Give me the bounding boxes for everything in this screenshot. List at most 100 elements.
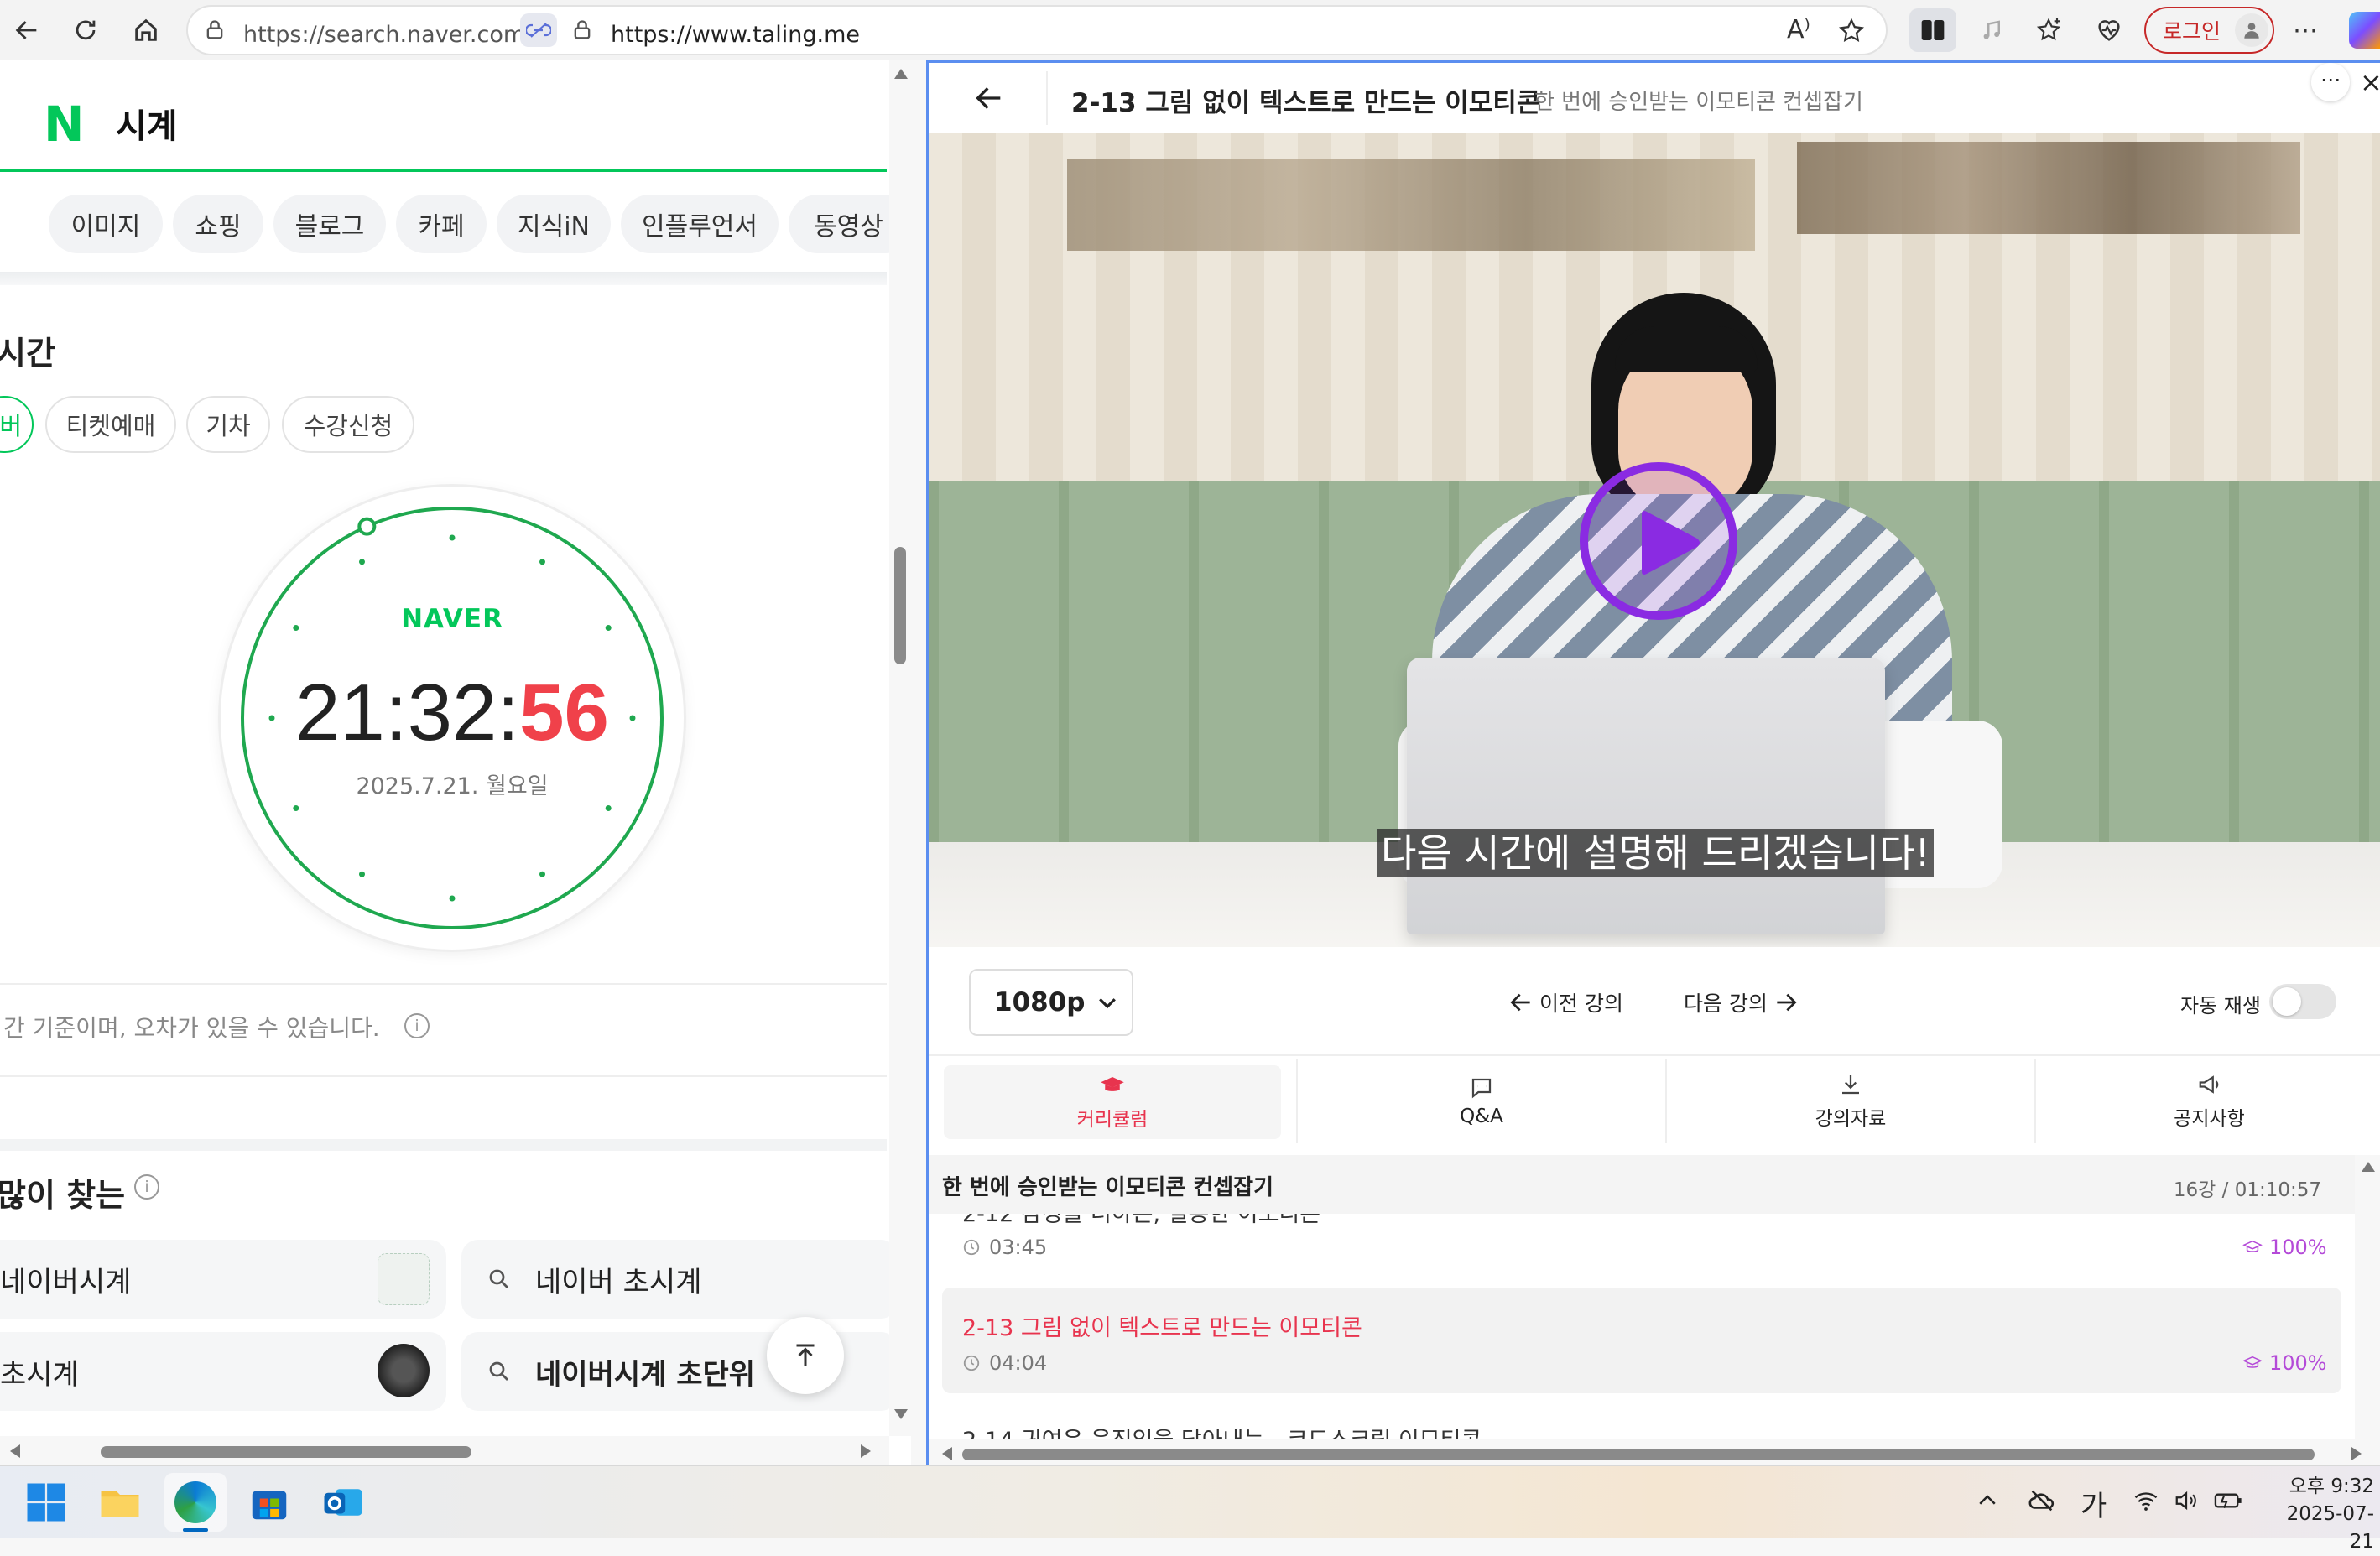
split-screen-icon[interactable] bbox=[1909, 8, 1956, 52]
scrollbar-thumb[interactable] bbox=[894, 547, 906, 664]
scroll-top-button[interactable] bbox=[767, 1317, 844, 1394]
login-button[interactable]: 로그인 bbox=[2144, 7, 2274, 54]
scroll-up-arrow[interactable] bbox=[2362, 1162, 2375, 1172]
naver-logo[interactable]: N bbox=[44, 96, 85, 153]
music-icon[interactable] bbox=[1971, 10, 2012, 50]
login-label: 로그인 bbox=[2163, 19, 2221, 44]
url-left[interactable]: https://search.naver.com bbox=[243, 22, 525, 48]
quality-value: 1080p bbox=[994, 987, 1086, 1017]
avatar bbox=[2235, 13, 2268, 47]
list-item-active[interactable]: 2-13 그림 없이 텍스트로 만드는 이모티콘 04:04 100% bbox=[942, 1288, 2341, 1393]
tab-image[interactable]: 이미지 bbox=[49, 195, 163, 253]
edge-icon[interactable] bbox=[164, 1473, 227, 1532]
arrow-up-icon bbox=[796, 1344, 815, 1366]
wifi-icon[interactable] bbox=[2133, 1488, 2159, 1517]
scroll-down-arrow[interactable] bbox=[894, 1409, 908, 1419]
digital-time: 21:32:56 bbox=[221, 667, 684, 759]
read-aloud-icon[interactable]: A⁾ bbox=[1787, 15, 1810, 44]
clock-icon bbox=[963, 1355, 980, 1371]
tab-curriculum[interactable]: 커리큘럼 bbox=[944, 1065, 1281, 1139]
hour-dot bbox=[605, 805, 612, 811]
chip-train[interactable]: 기차 bbox=[186, 396, 270, 453]
item-title[interactable]: 2-14 귀여운 움직임을 담아내는 - 코드스크립 이모티콘 bbox=[962, 1422, 1482, 1439]
tab-label: Q&A bbox=[1460, 1106, 1503, 1127]
file-explorer-icon[interactable] bbox=[97, 1480, 143, 1525]
back-icon[interactable] bbox=[7, 10, 47, 50]
tab-notice[interactable]: 공지사항 bbox=[2036, 1059, 2380, 1143]
scroll-up-arrow[interactable] bbox=[894, 69, 908, 79]
url-right[interactable]: https://www.taling.me bbox=[611, 22, 860, 48]
scrollbar-thumb[interactable] bbox=[962, 1449, 2315, 1460]
autoplay-toggle[interactable] bbox=[2269, 984, 2336, 1019]
prev-lecture-button[interactable]: 이전 강의 bbox=[1508, 987, 1623, 1017]
vertical-scrollbar[interactable] bbox=[2355, 1155, 2380, 1439]
time-hours-minutes: 21:32: bbox=[295, 668, 520, 757]
tab-materials[interactable]: 강의자료 bbox=[1667, 1059, 2034, 1143]
scroll-right-arrow[interactable] bbox=[2351, 1447, 2362, 1460]
address-bar[interactable]: https://search.naver.com https://www.tal… bbox=[186, 5, 1888, 55]
taskbar-date: 2025-07-21 bbox=[2286, 1503, 2374, 1553]
scroll-left-arrow[interactable] bbox=[942, 1447, 952, 1460]
prev-lecture-label: 이전 강의 bbox=[1539, 991, 1623, 1016]
info-icon[interactable]: i bbox=[404, 1013, 430, 1038]
collections-icon[interactable] bbox=[2028, 10, 2069, 50]
quality-select[interactable]: 1080p bbox=[969, 969, 1133, 1036]
chip-active[interactable]: 버 bbox=[0, 396, 34, 453]
hour-dot bbox=[539, 559, 545, 565]
info-icon[interactable]: i bbox=[134, 1174, 159, 1200]
store-icon[interactable] bbox=[247, 1480, 292, 1525]
outlook-icon[interactable] bbox=[320, 1480, 366, 1525]
item-title: 2-13 그림 없이 텍스트로 만드는 이모티콘 bbox=[962, 1315, 1362, 1341]
item-progress: 100% bbox=[2242, 1351, 2327, 1375]
refresh-icon[interactable] bbox=[65, 10, 106, 50]
play-button[interactable] bbox=[1580, 462, 1737, 620]
onedrive-offline-icon[interactable] bbox=[2027, 1486, 2057, 1518]
arrow-right-icon bbox=[1777, 993, 1797, 1012]
horizontal-scrollbar[interactable] bbox=[0, 1436, 889, 1465]
vertical-scrollbar[interactable] bbox=[889, 60, 911, 1436]
battery-icon[interactable] bbox=[2213, 1488, 2245, 1517]
copilot-icon[interactable] bbox=[2349, 12, 2380, 49]
taskbar: 가 오후 9:32 2025-07-21 bbox=[0, 1465, 2380, 1553]
home-icon[interactable] bbox=[126, 10, 166, 50]
item-title[interactable]: 2-12 감정을 더하는, 실용한 이모티콘 bbox=[962, 1214, 1320, 1228]
suggestion-item[interactable]: 초시계 bbox=[0, 1332, 446, 1411]
next-lecture-button[interactable]: 다음 강의 bbox=[1684, 987, 1799, 1017]
health-icon[interactable] bbox=[2089, 10, 2129, 50]
close-icon[interactable]: × bbox=[2360, 66, 2380, 98]
favorite-star-icon[interactable] bbox=[1837, 17, 1866, 49]
pane-more-icon[interactable]: ⋯ bbox=[2311, 63, 2350, 101]
suggestion-item[interactable]: 네이버시계 bbox=[0, 1240, 446, 1319]
tab-cafe[interactable]: 카페 bbox=[396, 195, 487, 253]
ime-indicator[interactable]: 가 bbox=[2081, 1483, 2107, 1524]
taskbar-clock[interactable]: 오후 9:32 2025-07-21 bbox=[2265, 1473, 2374, 1556]
suggestion-item[interactable]: 네이버 초시계 bbox=[461, 1240, 898, 1319]
chip-course-registration[interactable]: 수강신청 bbox=[282, 396, 414, 453]
item-duration: 03:45 bbox=[962, 1236, 1047, 1259]
tab-blog[interactable]: 블로그 bbox=[273, 195, 386, 253]
download-icon bbox=[1842, 1075, 1859, 1095]
divider bbox=[0, 1075, 887, 1077]
item-progress: 100% bbox=[2242, 1236, 2327, 1259]
tab-influencer[interactable]: 인플루언서 bbox=[621, 195, 779, 253]
curriculum-list: 2-12 감정을 더하는, 실용한 이모티콘 03:45 100% 2-13 그… bbox=[929, 1214, 2355, 1439]
tab-qna[interactable]: Q&A bbox=[1298, 1059, 1665, 1143]
scrollbar-thumb[interactable] bbox=[101, 1446, 471, 1458]
back-arrow-icon[interactable] bbox=[972, 81, 1006, 118]
windows-start-icon[interactable] bbox=[23, 1480, 69, 1525]
tab-shopping[interactable]: 쇼핑 bbox=[173, 195, 263, 253]
time-seconds: 56 bbox=[519, 668, 609, 757]
scroll-right-arrow[interactable] bbox=[861, 1444, 871, 1458]
scroll-left-arrow[interactable] bbox=[10, 1444, 20, 1458]
tab-kin[interactable]: 지식iN bbox=[497, 195, 611, 253]
split-link-icon[interactable] bbox=[520, 13, 557, 47]
more-menu-icon[interactable]: ⋯ bbox=[2285, 10, 2325, 50]
video-player[interactable]: 다음 시간에 설명해 드리겠습니다! bbox=[929, 133, 2380, 947]
graduation-cap-icon bbox=[1101, 1077, 1124, 1091]
horizontal-scrollbar[interactable] bbox=[929, 1439, 2380, 1465]
taskbar-time: 오후 9:32 bbox=[2289, 1475, 2374, 1497]
chip-ticket[interactable]: 티켓예매 bbox=[45, 396, 176, 453]
section-divider bbox=[0, 272, 887, 285]
volume-icon[interactable] bbox=[2173, 1488, 2200, 1517]
tray-chevron-up-icon[interactable] bbox=[1975, 1488, 2000, 1520]
